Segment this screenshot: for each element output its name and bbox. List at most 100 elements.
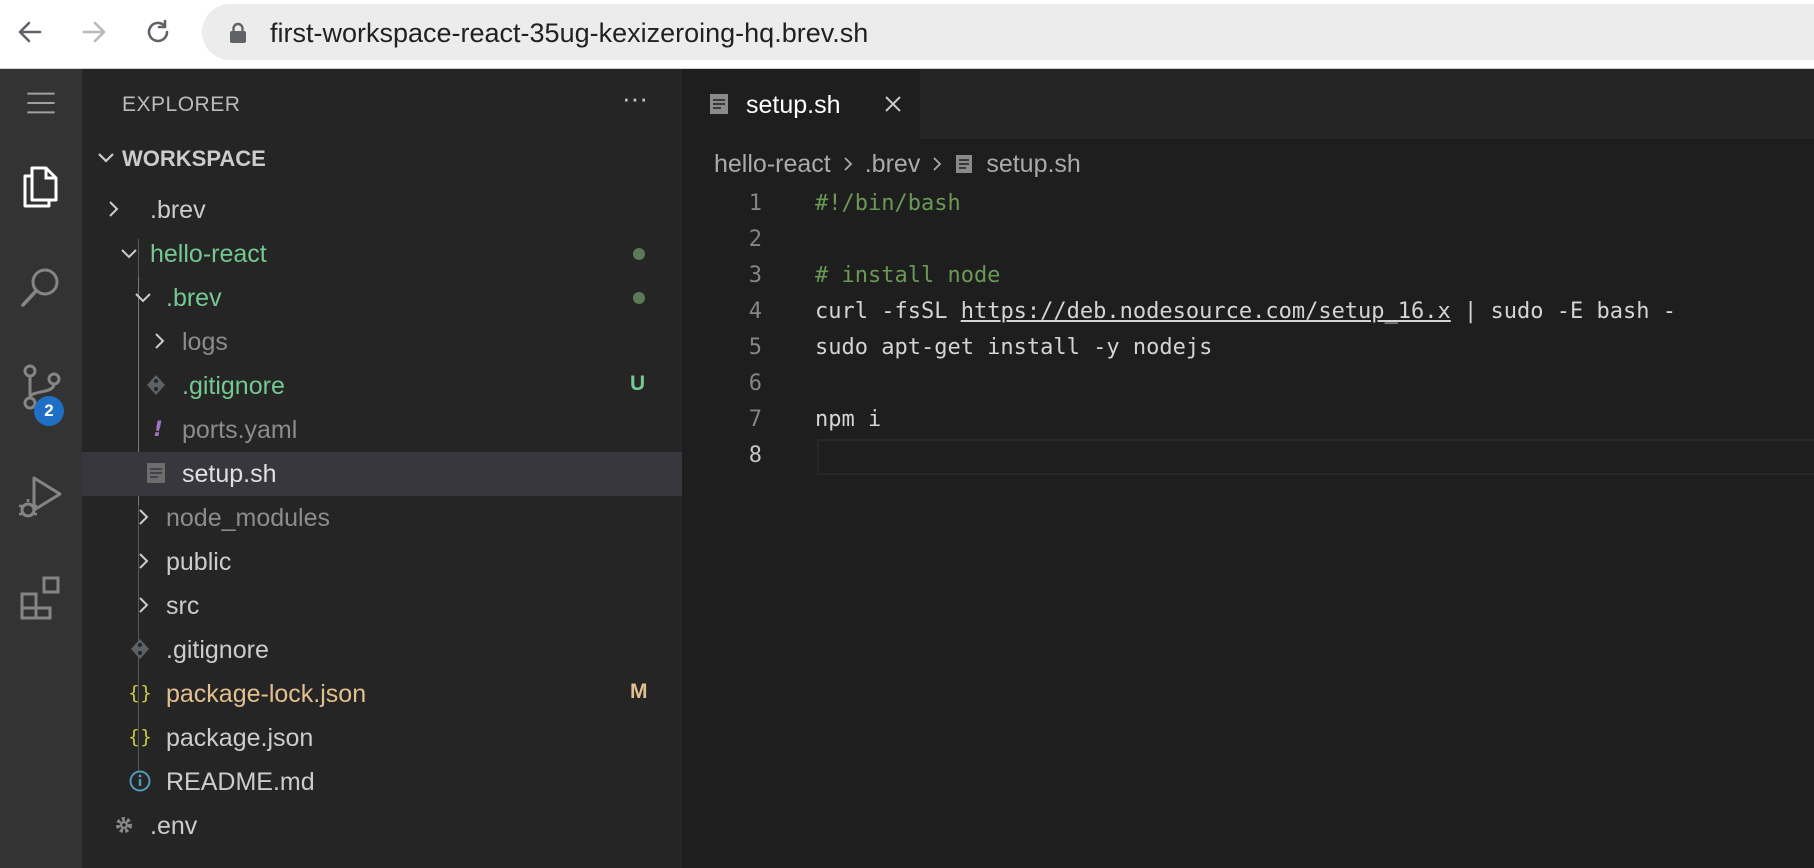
tree-item-logs[interactable]: logs xyxy=(82,320,682,364)
git-status-modified: M xyxy=(630,680,648,703)
back-button[interactable] xyxy=(8,10,52,54)
code-line[interactable]: 8 xyxy=(682,439,1814,475)
tree-item-node-modules[interactable]: node_modules xyxy=(82,496,682,540)
reload-icon xyxy=(147,19,169,43)
line-number: 8 xyxy=(748,443,762,468)
code-line[interactable]: 1 #!/bin/bash xyxy=(682,187,1814,223)
tab-setup-sh[interactable]: setup.sh xyxy=(682,69,920,139)
line-number: 5 xyxy=(748,335,762,360)
line-content: # install node xyxy=(815,263,1000,288)
info-icon xyxy=(129,770,151,792)
tree-item-label: package-lock.json xyxy=(166,680,367,708)
sidebar-title: EXPLORER xyxy=(122,93,241,116)
tree-item-label: node_modules xyxy=(166,504,331,532)
code-token: sudo apt-get install -y nodejs xyxy=(815,335,1213,360)
tree-item-readme-md[interactable]: README.md xyxy=(82,760,682,804)
code-line[interactable]: 2 xyxy=(682,223,1814,259)
code-line[interactable]: 3 # install node xyxy=(682,259,1814,295)
code-line[interactable]: 6 xyxy=(682,367,1814,403)
forward-button[interactable] xyxy=(72,10,116,54)
tree-item-brev[interactable]: .brev xyxy=(82,276,682,320)
line-number: 2 xyxy=(748,227,762,252)
line-content: #!/bin/bash xyxy=(815,191,961,216)
code-line[interactable]: 4 curl -fsSL https://deb.nodesource.com/s… xyxy=(682,295,1814,331)
tree-item-gitignore-brev[interactable]: .gitignore U xyxy=(82,364,682,408)
menu-button[interactable] xyxy=(0,63,82,143)
git-status-untracked: U xyxy=(630,372,646,395)
tree-item-label: package.json xyxy=(166,724,314,752)
git-file-icon xyxy=(131,639,149,659)
tree-item-brev-root[interactable]: .brev xyxy=(82,188,682,232)
code-line[interactable]: 7 npm i xyxy=(682,403,1814,439)
shell-file-icon xyxy=(956,155,973,173)
git-change-dot xyxy=(633,292,645,304)
chevron-right-icon xyxy=(933,157,942,171)
close-icon[interactable] xyxy=(882,93,904,115)
tree-item-package-json[interactable]: {} package.json xyxy=(82,716,682,760)
tree-item-label: ports.yaml xyxy=(182,416,298,444)
yaml-file-icon: ! xyxy=(153,417,163,441)
code-comment: #!/bin/bash xyxy=(815,191,961,216)
tree-item-gitignore[interactable]: .gitignore xyxy=(82,628,682,672)
tree-item-label: .env xyxy=(150,812,198,840)
tree-item-label: README.md xyxy=(166,768,315,796)
tree-item-label: .gitignore xyxy=(182,372,285,400)
arrow-right-icon xyxy=(82,21,106,43)
extensions-icon xyxy=(20,576,60,620)
explorer-sidebar: EXPLORER ··· WORKSPACE .brev hello-react… xyxy=(82,69,682,868)
explorer-button[interactable] xyxy=(0,147,82,227)
address-bar[interactable]: first-workspace-react-35ug-kexizeroing-h… xyxy=(202,4,1814,60)
tree-item-setup-sh[interactable]: setup.sh xyxy=(82,452,682,496)
tree-item-hello-react[interactable]: hello-react xyxy=(82,232,682,276)
shell-file-icon xyxy=(710,94,728,114)
arrow-left-icon xyxy=(18,21,42,43)
line-number: 7 xyxy=(748,407,762,432)
breadcrumb-item[interactable]: setup.sh xyxy=(986,150,1081,179)
workspace-section-header[interactable]: WORKSPACE xyxy=(82,139,682,177)
line-content: curl -fsSL https://deb.nodesource.com/se… xyxy=(815,299,1676,324)
run-debug-icon xyxy=(19,476,62,518)
more-actions-button[interactable]: ··· xyxy=(622,83,648,114)
line-number: 4 xyxy=(748,299,762,324)
files-icon xyxy=(23,166,58,208)
tree-item-label: public xyxy=(166,548,232,576)
tree-item-ports-yaml[interactable]: ! ports.yaml xyxy=(82,408,682,452)
chevron-down-icon xyxy=(98,153,114,163)
git-change-dot xyxy=(633,248,645,260)
current-line-highlight xyxy=(817,439,1814,475)
extensions-button[interactable] xyxy=(0,557,82,637)
tree-item-label: hello-react xyxy=(150,240,267,268)
source-control-badge: 2 xyxy=(34,396,64,426)
tree-item-label: .brev xyxy=(150,196,206,224)
breadcrumb-item[interactable]: .brev xyxy=(865,150,921,179)
chevron-right-icon xyxy=(109,201,119,217)
code-token: curl -fsSL xyxy=(815,299,961,324)
code-editor[interactable]: hello-react .brev setup.sh 1 #!/bin/bash 2… xyxy=(682,139,1814,868)
tree-item-label: setup.sh xyxy=(182,460,277,488)
chevron-right-icon xyxy=(844,157,853,171)
code-token: | sudo -E bash - xyxy=(1450,299,1676,324)
tree-item-label: src xyxy=(166,592,200,620)
search-button[interactable] xyxy=(0,247,82,327)
gear-icon xyxy=(116,817,132,833)
tree-item-public[interactable]: public xyxy=(82,540,682,584)
reload-button[interactable] xyxy=(136,10,180,54)
breadcrumb-item[interactable]: hello-react xyxy=(714,150,831,179)
code-token: npm i xyxy=(815,407,882,432)
tree-item-package-lock-json[interactable]: {} package-lock.json M xyxy=(82,672,682,716)
chevron-right-icon xyxy=(139,597,149,613)
shell-file-icon xyxy=(147,463,165,483)
editor-tab-bar: setup.sh xyxy=(682,69,1814,139)
tree-item-env[interactable]: .env xyxy=(82,804,682,848)
breadcrumb: hello-react .brev setup.sh xyxy=(714,147,1081,181)
code-link[interactable]: https://deb.nodesource.com/setup_16.x xyxy=(961,299,1451,324)
chevron-down-icon xyxy=(121,249,137,259)
run-debug-button[interactable] xyxy=(0,457,82,537)
line-content: npm i xyxy=(815,407,881,432)
code-line[interactable]: 5 sudo apt-get install -y nodejs xyxy=(682,331,1814,367)
workspace-label: WORKSPACE xyxy=(122,146,266,171)
line-number: 6 xyxy=(748,371,762,396)
tree-item-label: .brev xyxy=(166,284,222,312)
activity-bar: 2 xyxy=(0,69,82,868)
tree-item-src[interactable]: src xyxy=(82,584,682,628)
